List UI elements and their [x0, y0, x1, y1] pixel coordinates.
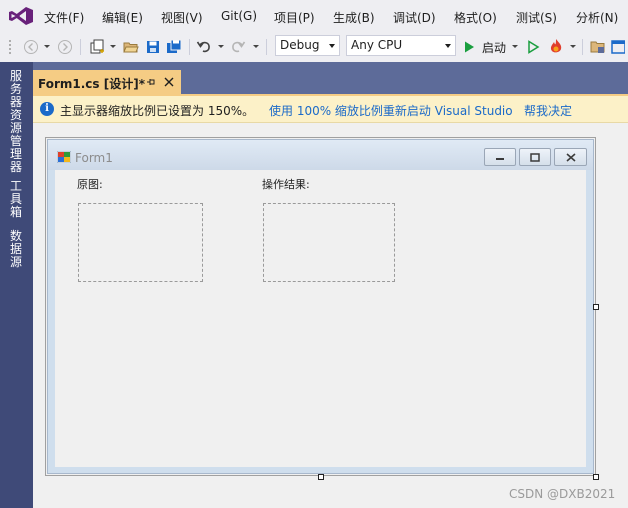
tab-form1-design[interactable]: Form1.cs [设计]* [33, 70, 181, 94]
menu-project[interactable]: 项目(P) [274, 9, 315, 26]
form-window[interactable]: Form1 原图: 操作结果: [47, 139, 594, 474]
tab-toolbox[interactable]: 工具箱 [10, 180, 24, 219]
form-title: Form1 [75, 151, 113, 165]
close-window-icon [565, 152, 576, 162]
start-without-debug-icon[interactable] [524, 37, 542, 57]
close-window-button[interactable] [554, 148, 587, 166]
resize-handle-bottom[interactable] [318, 474, 324, 480]
chevron-down-icon [445, 44, 451, 48]
picturebox-original[interactable] [78, 203, 203, 282]
label-original[interactable]: 原图: [77, 176, 103, 192]
platform-value: Any CPU [351, 38, 403, 52]
toolbar-separator [189, 39, 190, 55]
maximize-button[interactable] [519, 148, 551, 166]
menu-analyze[interactable]: 分析(N) [576, 9, 618, 26]
platform-select[interactable]: Any CPU [346, 35, 456, 56]
restart-100-link[interactable]: 使用 100% 缩放比例重新启动 Visual Studio [269, 102, 513, 119]
close-icon[interactable] [164, 77, 174, 87]
undo-dropdown-icon[interactable] [218, 45, 224, 48]
hot-reload-dropdown-icon[interactable] [570, 45, 576, 48]
forward-icon[interactable] [56, 37, 74, 57]
form-icon [57, 151, 71, 163]
toolbar-separator [80, 39, 81, 55]
open-folder-icon[interactable] [122, 37, 140, 57]
chevron-down-icon [329, 44, 335, 48]
toolbar: Debug Any CPU 启动 [0, 32, 628, 62]
menu-test[interactable]: 测试(S) [516, 9, 557, 26]
watermark: CSDN @DXB2021 [509, 487, 616, 501]
config-value: Debug [280, 38, 320, 52]
label-result[interactable]: 操作结果: [262, 176, 310, 192]
menu-debug[interactable]: 调试(D) [393, 9, 436, 26]
menu-view[interactable]: 视图(V) [161, 9, 203, 26]
menu-bar: 文件(F) 编辑(E) 视图(V) Git(G) 项目(P) 生成(B) 调试(… [0, 0, 628, 32]
info-message: 主显示器缩放比例已设置为 150%。 [60, 104, 255, 118]
menu-build[interactable]: 生成(B) [333, 9, 375, 26]
redo-dropdown-icon[interactable] [253, 45, 259, 48]
new-project-icon[interactable] [88, 37, 106, 57]
minimize-button[interactable] [484, 148, 516, 166]
toolbar-separator [266, 39, 267, 55]
minimize-icon [496, 158, 504, 160]
back-icon[interactable] [22, 37, 40, 57]
save-icon[interactable] [144, 37, 162, 57]
start-label: 启动 [482, 40, 507, 55]
start-icon [465, 41, 474, 53]
tab-server-explorer[interactable]: 服务器资源管理器 [10, 70, 24, 174]
info-bar: i 主显示器缩放比例已设置为 150%。 使用 100% 缩放比例重新启动 Vi… [33, 96, 628, 123]
redo-icon[interactable] [229, 37, 247, 57]
new-project-dropdown-icon[interactable] [110, 45, 116, 48]
solution-explorer-icon[interactable] [589, 37, 607, 57]
side-tool-strip: 服务器资源管理器 工具箱 数据源 [0, 62, 33, 508]
resize-handle-bottom-right[interactable] [593, 474, 599, 480]
tab-label: Form1.cs [设计]* [38, 77, 145, 91]
resize-handle-right[interactable] [593, 304, 599, 310]
menu-file[interactable]: 文件(F) [44, 9, 84, 26]
toolbar-grip[interactable] [6, 37, 14, 57]
start-dropdown-icon[interactable] [512, 45, 518, 48]
visual-studio-logo[interactable] [8, 6, 34, 26]
menu-format[interactable]: 格式(O) [454, 9, 497, 26]
hot-reload-icon[interactable] [546, 37, 566, 57]
config-select[interactable]: Debug [275, 35, 340, 56]
back-dropdown-icon[interactable] [44, 45, 50, 48]
form-title-bar: Form1 [48, 140, 593, 170]
info-icon: i [40, 102, 54, 116]
save-all-icon[interactable] [165, 37, 183, 57]
undo-icon[interactable] [195, 37, 213, 57]
tab-data-sources[interactable]: 数据源 [10, 230, 24, 269]
window-layout-icon[interactable] [611, 37, 628, 57]
maximize-icon [530, 152, 540, 162]
pin-icon[interactable] [146, 77, 156, 87]
form-client-area[interactable]: 原图: 操作结果: [55, 170, 586, 467]
document-tab-strip: Form1.cs [设计]* [33, 62, 628, 94]
menu-git[interactable]: Git(G) [221, 9, 257, 23]
menu-edit[interactable]: 编辑(E) [102, 9, 143, 26]
toolbar-separator [582, 39, 583, 55]
help-me-decide-link[interactable]: 帮我决定 [524, 102, 572, 119]
picturebox-result[interactable] [263, 203, 395, 282]
